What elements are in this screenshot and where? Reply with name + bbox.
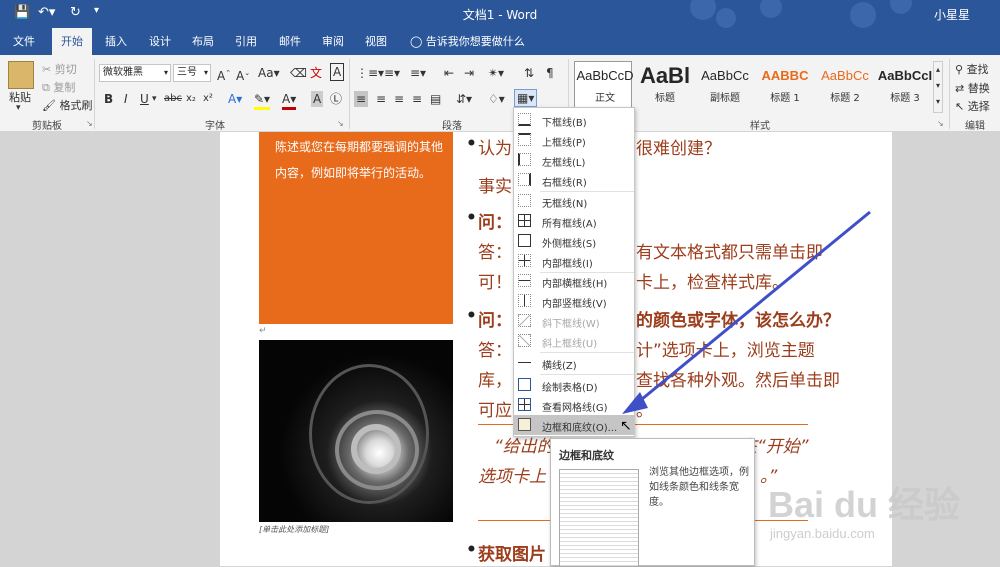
arrow-shaft: [635, 210, 871, 406]
mouse-cursor-icon: ↖: [620, 418, 632, 434]
annotation-arrow: [622, 210, 871, 414]
arrow-head: [622, 392, 648, 414]
